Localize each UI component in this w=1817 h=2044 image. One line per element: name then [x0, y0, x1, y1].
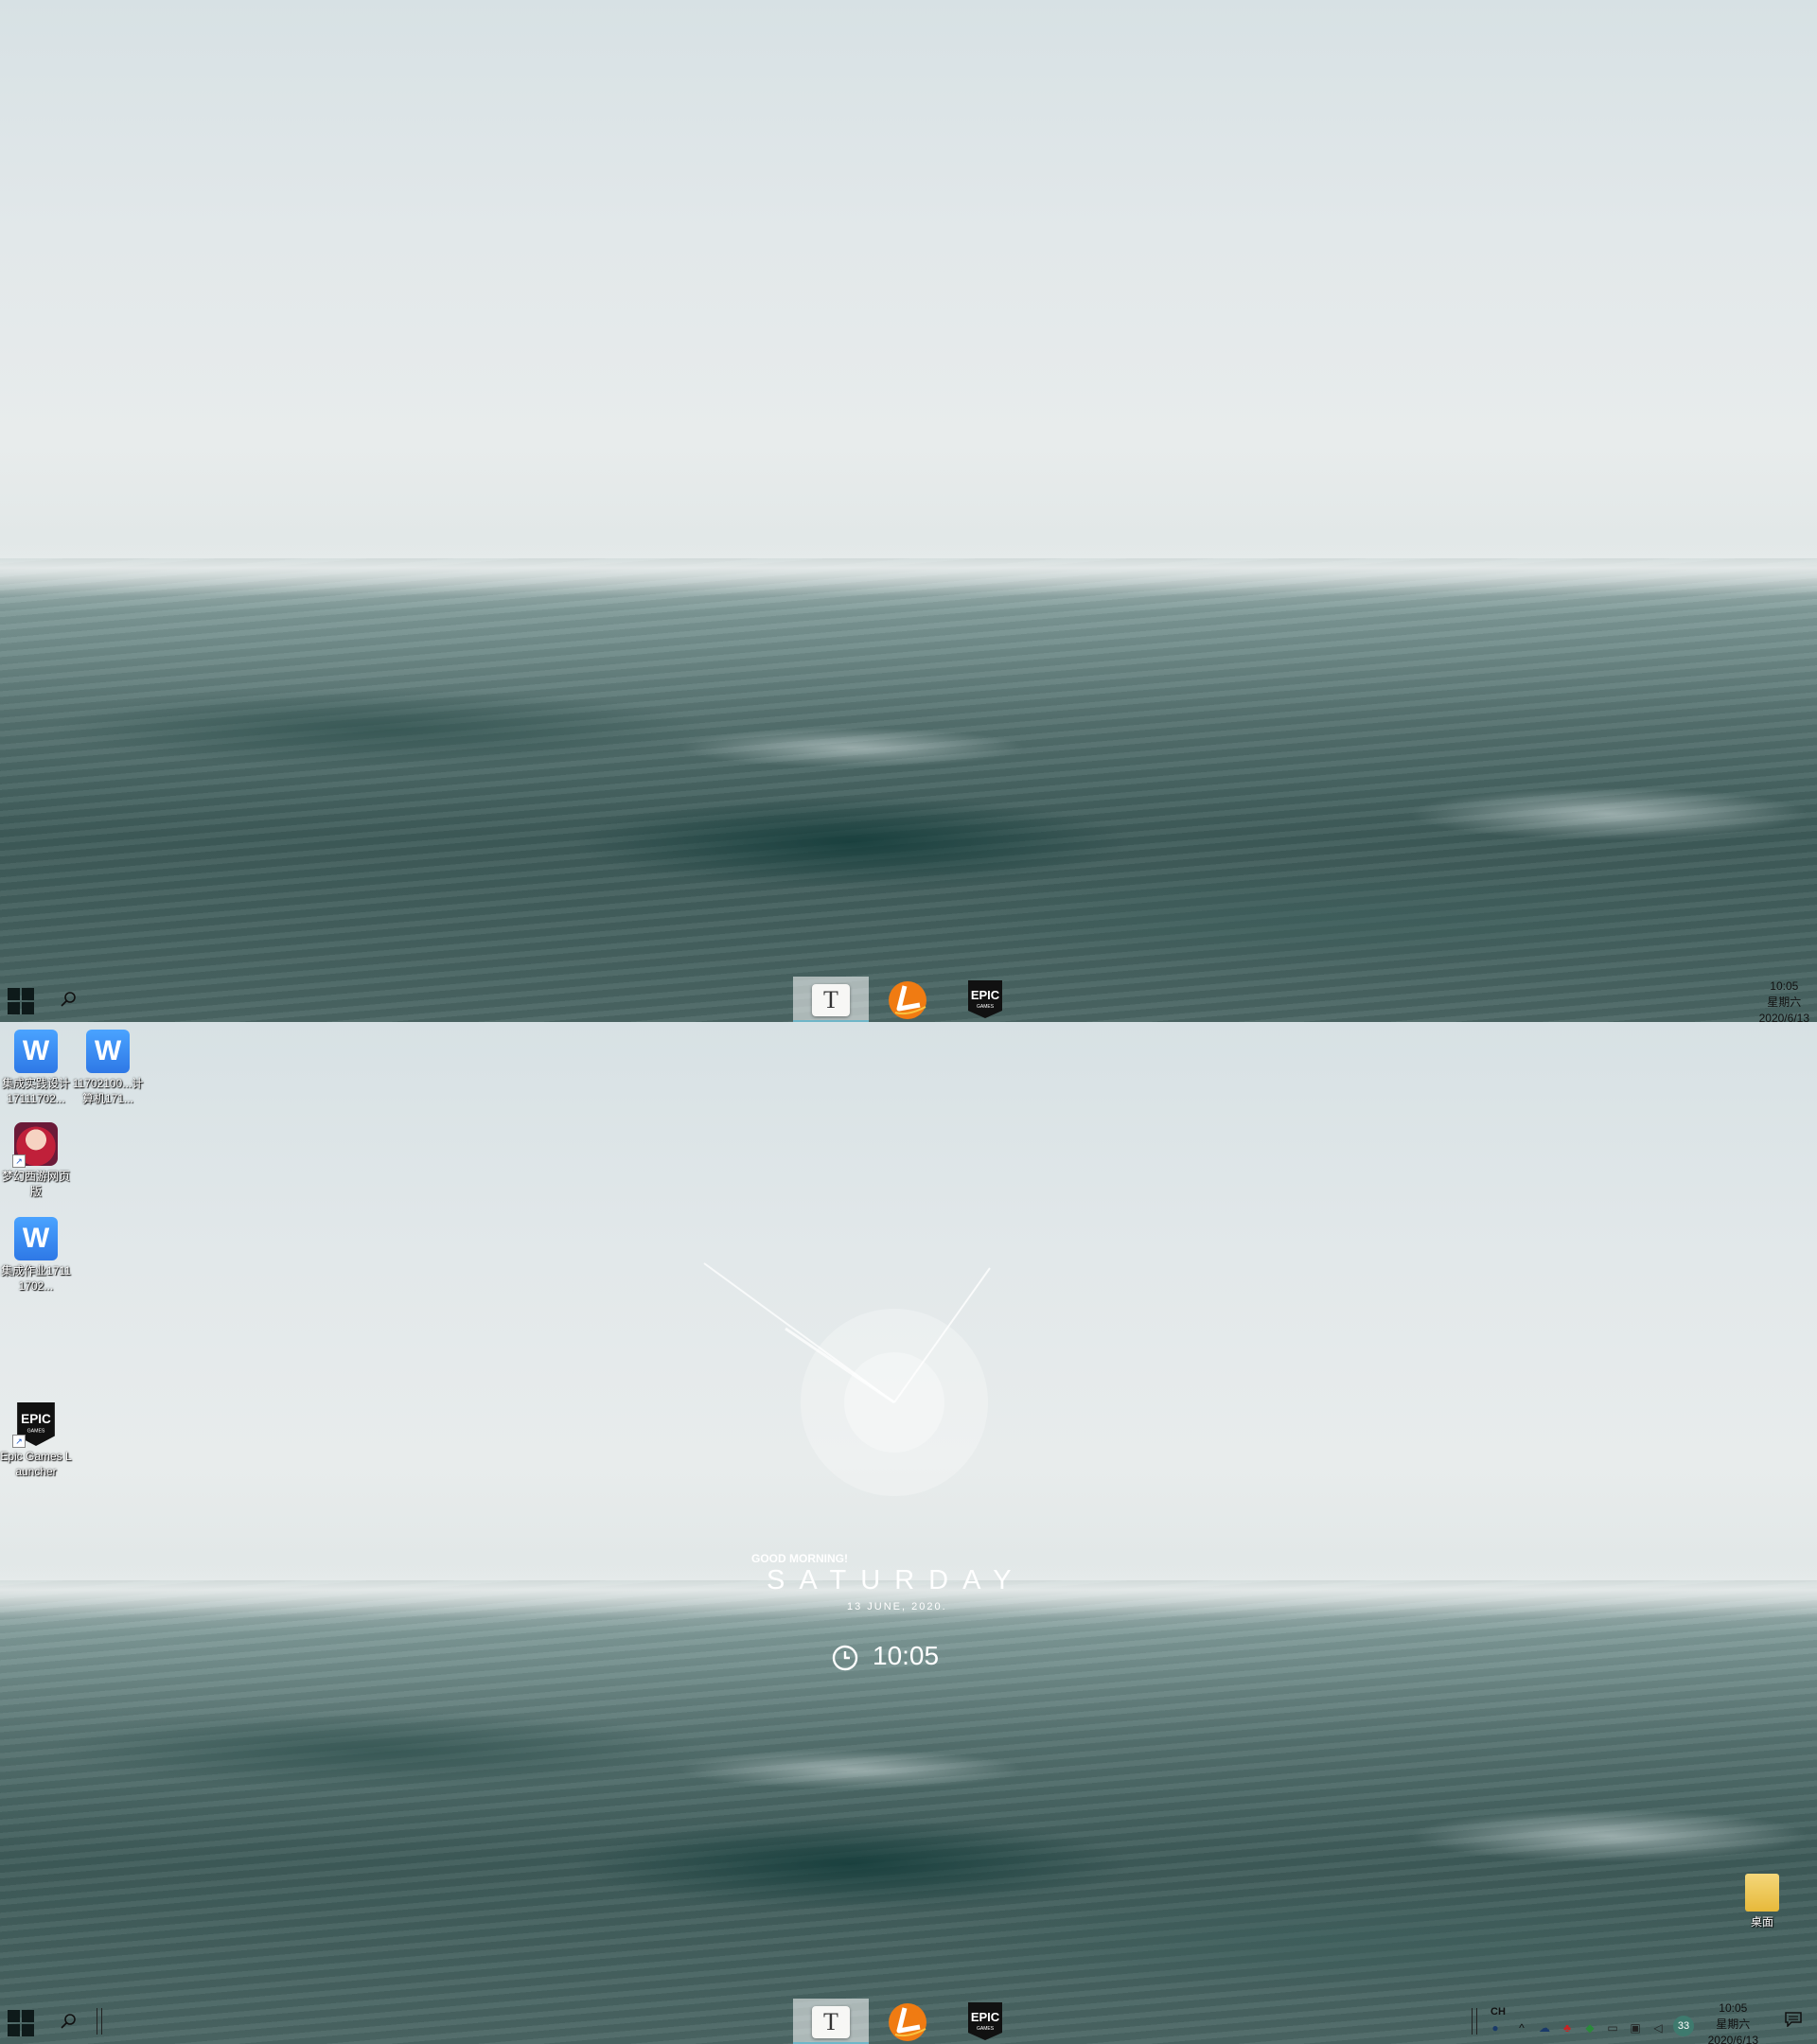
svg-text:EPIC: EPIC [21, 1412, 51, 1426]
clock-date: 2020/6/13 [1758, 1012, 1809, 1022]
wallpaper-mist [0, 539, 1817, 596]
windows-logo-icon [8, 988, 20, 1000]
battery-icon[interactable]: ▭ [1606, 2021, 1619, 2035]
epic-games-icon: EPIC GAMES ↗ [12, 1402, 58, 1448]
wps-writer-icon: W [14, 1217, 58, 1260]
start-button[interactable] [8, 2010, 34, 2036]
svg-text:EPIC: EPIC [971, 988, 1000, 1002]
typora-icon: T [812, 984, 850, 1016]
windows-logo-icon [22, 988, 34, 1000]
taskbar-launcher[interactable] [871, 977, 946, 1022]
network-icon[interactable]: ▣ [1629, 2021, 1642, 2035]
taskbar-epic-games[interactable]: EPIC GAMES [948, 1999, 1024, 2044]
clock-dial-center [844, 1352, 944, 1453]
desktop-icon-label: 集成作业17111702... [1, 1264, 71, 1293]
chevron-up-icon[interactable]: ^ [1515, 2021, 1528, 2035]
bottom-monitor: W 集成实践设计17111702... W 11702100...计算机171.… [0, 1022, 1817, 2044]
search-icon[interactable] [59, 990, 78, 1009]
action-center-icon[interactable] [1785, 2012, 1802, 2027]
clock-date: 2020/6/13 [1707, 2034, 1758, 2044]
cloud-icon[interactable]: ☁ [1538, 2021, 1551, 2035]
windows-logo-icon [22, 1002, 34, 1014]
taskbar-typora[interactable]: T [793, 977, 869, 1022]
wps-writer-icon: W [86, 1030, 130, 1073]
wallpaper-sky [0, 0, 1817, 587]
taskbar-epic-games[interactable]: EPIC GAMES [948, 977, 1024, 1022]
qq-icon[interactable]: ♣ [1561, 2021, 1574, 2035]
desktop-icon-wps-doc-3[interactable]: W 集成作业17111702... [0, 1217, 72, 1294]
desktop-icon-label: Epic Games Launcher [0, 1450, 72, 1478]
analog-clock-widget [801, 1309, 988, 1496]
widget-day: SATURDAY [767, 1565, 1026, 1595]
taskbar: T EPIC GAMES 10:05 星期六 2020/6/13 [0, 977, 1817, 1022]
volume-icon[interactable]: ◁ [1651, 2021, 1665, 2035]
taskbar-clock[interactable]: 10:05 星期六 2020/6/13 [1759, 978, 1809, 1022]
clock-icon [832, 1645, 858, 1671]
clock-weekday: 星期六 [1767, 996, 1802, 1009]
clock-weekday: 星期六 [1716, 2018, 1751, 2031]
ime-indicator[interactable]: CH [1491, 2006, 1506, 2018]
wps-writer-icon: W [14, 1030, 58, 1073]
game-avatar-icon: ↗ [12, 1122, 58, 1168]
notification-count-badge[interactable]: 33 [1673, 2016, 1694, 2036]
windows-logo-icon [8, 1002, 20, 1014]
windows-logo-icon [22, 2010, 34, 2022]
shortcut-arrow-icon: ↗ [12, 1154, 26, 1168]
widget-date: 13 JUNE, 2020. [847, 1601, 947, 1612]
desktop-icon-label: 桌面 [1750, 1915, 1773, 1929]
svg-text:GAMES: GAMES [977, 2026, 995, 2032]
typora-icon: T [812, 2006, 850, 2038]
launcher-logo-icon [889, 981, 926, 1019]
desktop-icon-label: 梦幻西游网页版 [1, 1170, 70, 1198]
desktop-icon-epic-games[interactable]: EPIC GAMES ↗ Epic Games Launcher [0, 1402, 72, 1479]
taskbar-typora[interactable]: T [793, 1999, 869, 2044]
windows-logo-icon [8, 2010, 20, 2022]
widget-greeting: GOOD MORNING! [751, 1552, 848, 1565]
search-icon[interactable] [59, 2012, 78, 2031]
clock-time: 10:05 [1770, 979, 1799, 993]
windows-logo-icon [22, 2024, 34, 2036]
launcher-logo-icon [889, 2003, 926, 2041]
wallpaper-sea [0, 558, 1817, 1022]
svg-text:EPIC: EPIC [971, 2010, 1000, 2024]
taskbar: T EPIC GAMES CH ● ^ ☁ ♣ ◆ ▭ ▣ ◁ 33 10:05… [0, 1999, 1817, 2044]
start-button[interactable] [8, 988, 34, 1014]
tray-separator [1472, 2008, 1477, 2035]
desktop-icon-wps-doc-2[interactable]: W 11702100...计算机171... [72, 1030, 144, 1106]
desktop-icon-label: 11702100...计算机171... [72, 1077, 144, 1105]
desktop-icon-folder[interactable]: 桌面 [1726, 1874, 1798, 1929]
taskbar-separator [97, 2008, 102, 2035]
desktop-icon-label: 集成实践设计17111702... [1, 1077, 70, 1105]
taskbar-clock[interactable]: 10:05 星期六 2020/6/13 [1708, 2000, 1758, 2044]
ime-icon[interactable]: ● [1489, 2021, 1502, 2035]
epic-games-icon: EPIC GAMES [968, 980, 1002, 1018]
windows-logo-icon [8, 2024, 20, 2036]
security-icon[interactable]: ◆ [1583, 2021, 1596, 2035]
folder-icon [1745, 1874, 1779, 1912]
taskbar-launcher[interactable] [871, 1999, 946, 2044]
svg-text:GAMES: GAMES [27, 1428, 45, 1434]
svg-text:GAMES: GAMES [977, 1004, 995, 1010]
top-monitor: T EPIC GAMES 10:05 星期六 2020/6/13 [0, 0, 1817, 1022]
widget-time: 10:05 [873, 1641, 940, 1670]
desktop-icon-game[interactable]: ↗ 梦幻西游网页版 [0, 1122, 72, 1199]
epic-games-icon: EPIC GAMES [968, 2002, 1002, 2040]
desktop-icon-wps-doc-1[interactable]: W 集成实践设计17111702... [0, 1030, 72, 1106]
shortcut-arrow-icon: ↗ [12, 1435, 26, 1448]
clock-time: 10:05 [1719, 2001, 1748, 2015]
